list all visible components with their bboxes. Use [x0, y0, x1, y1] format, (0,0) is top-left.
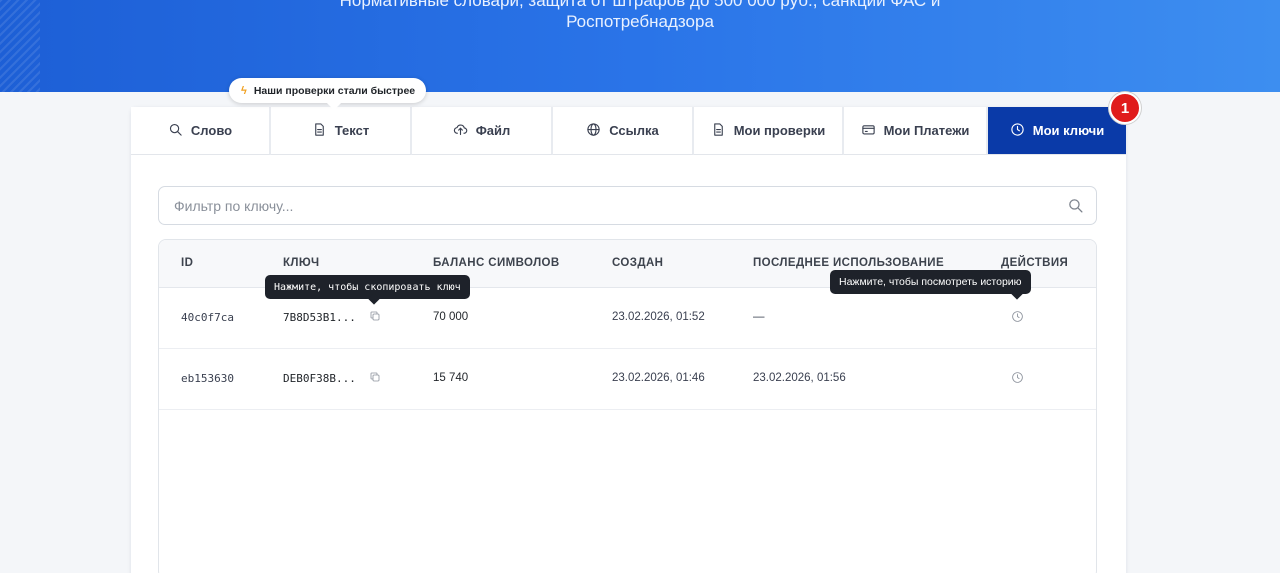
search-icon [168, 122, 183, 140]
column-header-created: СОЗДАН [612, 257, 664, 269]
row-last-used: 23.02.2026, 01:56 [753, 372, 846, 384]
history-icon[interactable] [1011, 310, 1024, 323]
table-row: eb153630 DEB0F38B... 15 740 23.02.2026, … [159, 349, 1096, 410]
tab-label: Текст [334, 123, 370, 138]
row-balance: 70 000 [433, 311, 469, 323]
tab-link[interactable]: Ссылка [553, 107, 694, 155]
copy-icon[interactable] [369, 309, 381, 321]
row-balance: 15 740 [433, 372, 469, 384]
hero-subtitle-line-1: Нормативные словари, защита от штрафов д… [339, 0, 941, 10]
row-last-used: — [753, 311, 765, 323]
row-id: 40c0f7ca [181, 311, 234, 324]
row-key[interactable]: 7B8D53B1... [283, 311, 356, 324]
tab-text[interactable]: Текст [271, 107, 412, 155]
lightning-icon: ϟ [241, 84, 247, 97]
speed-notice: ϟ Наши проверки стали быстрее [229, 78, 427, 111]
tab-label: Ссылка [609, 123, 659, 138]
tab-label: Файл [475, 123, 511, 138]
row-created: 23.02.2026, 01:52 [612, 311, 705, 323]
column-header-key: КЛЮЧ [283, 257, 320, 269]
document-icon [711, 122, 726, 140]
tooltip-text: Нажмите, чтобы скопировать ключ [274, 281, 461, 293]
tab-label: Слово [190, 123, 233, 138]
cloud-upload-icon [453, 122, 468, 140]
tab-word[interactable]: Слово [131, 107, 271, 155]
filter-box [158, 186, 1097, 225]
tab-my-checks[interactable]: Мои проверки [694, 107, 844, 155]
hero-subtitle-line-2: Роспотребнадзора [566, 12, 714, 31]
filter-input[interactable] [174, 197, 1054, 214]
notice-text: Наши проверки стали быстрее [253, 84, 416, 97]
column-header-actions: ДЕЙСТВИЯ [1001, 257, 1069, 269]
row-id: eb153630 [181, 372, 234, 385]
row-key[interactable]: DEB0F38B... [283, 372, 356, 385]
globe-icon [586, 122, 601, 140]
copy-key-tooltip: Нажмите, чтобы скопировать ключ [265, 275, 470, 305]
history-icon[interactable] [1011, 371, 1024, 384]
tab-my-payments[interactable]: Мои Платежи [844, 107, 988, 155]
credit-card-icon [861, 122, 876, 140]
tab-my-keys[interactable]: Мои ключи [988, 107, 1126, 155]
search-icon[interactable] [1067, 197, 1084, 214]
column-header-id: ID [181, 257, 194, 269]
tab-label: Мои Платежи [883, 123, 970, 138]
tab-label: Мои ключи [1032, 123, 1105, 138]
notification-badge: 1 [1109, 92, 1141, 124]
clock-icon [1010, 122, 1025, 140]
hero-banner: Нормативные словари, защита от штрафов д… [0, 0, 1280, 92]
row-created: 23.02.2026, 01:46 [612, 372, 705, 384]
tooltip-text: Нажмите, чтобы посмотреть историю [839, 276, 1022, 288]
tab-file[interactable]: Файл [412, 107, 553, 155]
history-tooltip: Нажмите, чтобы посмотреть историю [830, 270, 1031, 300]
document-icon [312, 122, 327, 140]
column-header-last-used: ПОСЛЕДНЕЕ ИСПОЛЬЗОВАНИЕ [753, 257, 945, 269]
tab-bar: Слово Текст Файл Ссылка Мои проверки Мои… [131, 107, 1126, 155]
copy-icon[interactable] [369, 370, 381, 382]
column-header-balance: БАЛАНС СИМВОЛОВ [433, 257, 560, 269]
tab-label: Мои проверки [733, 123, 826, 138]
